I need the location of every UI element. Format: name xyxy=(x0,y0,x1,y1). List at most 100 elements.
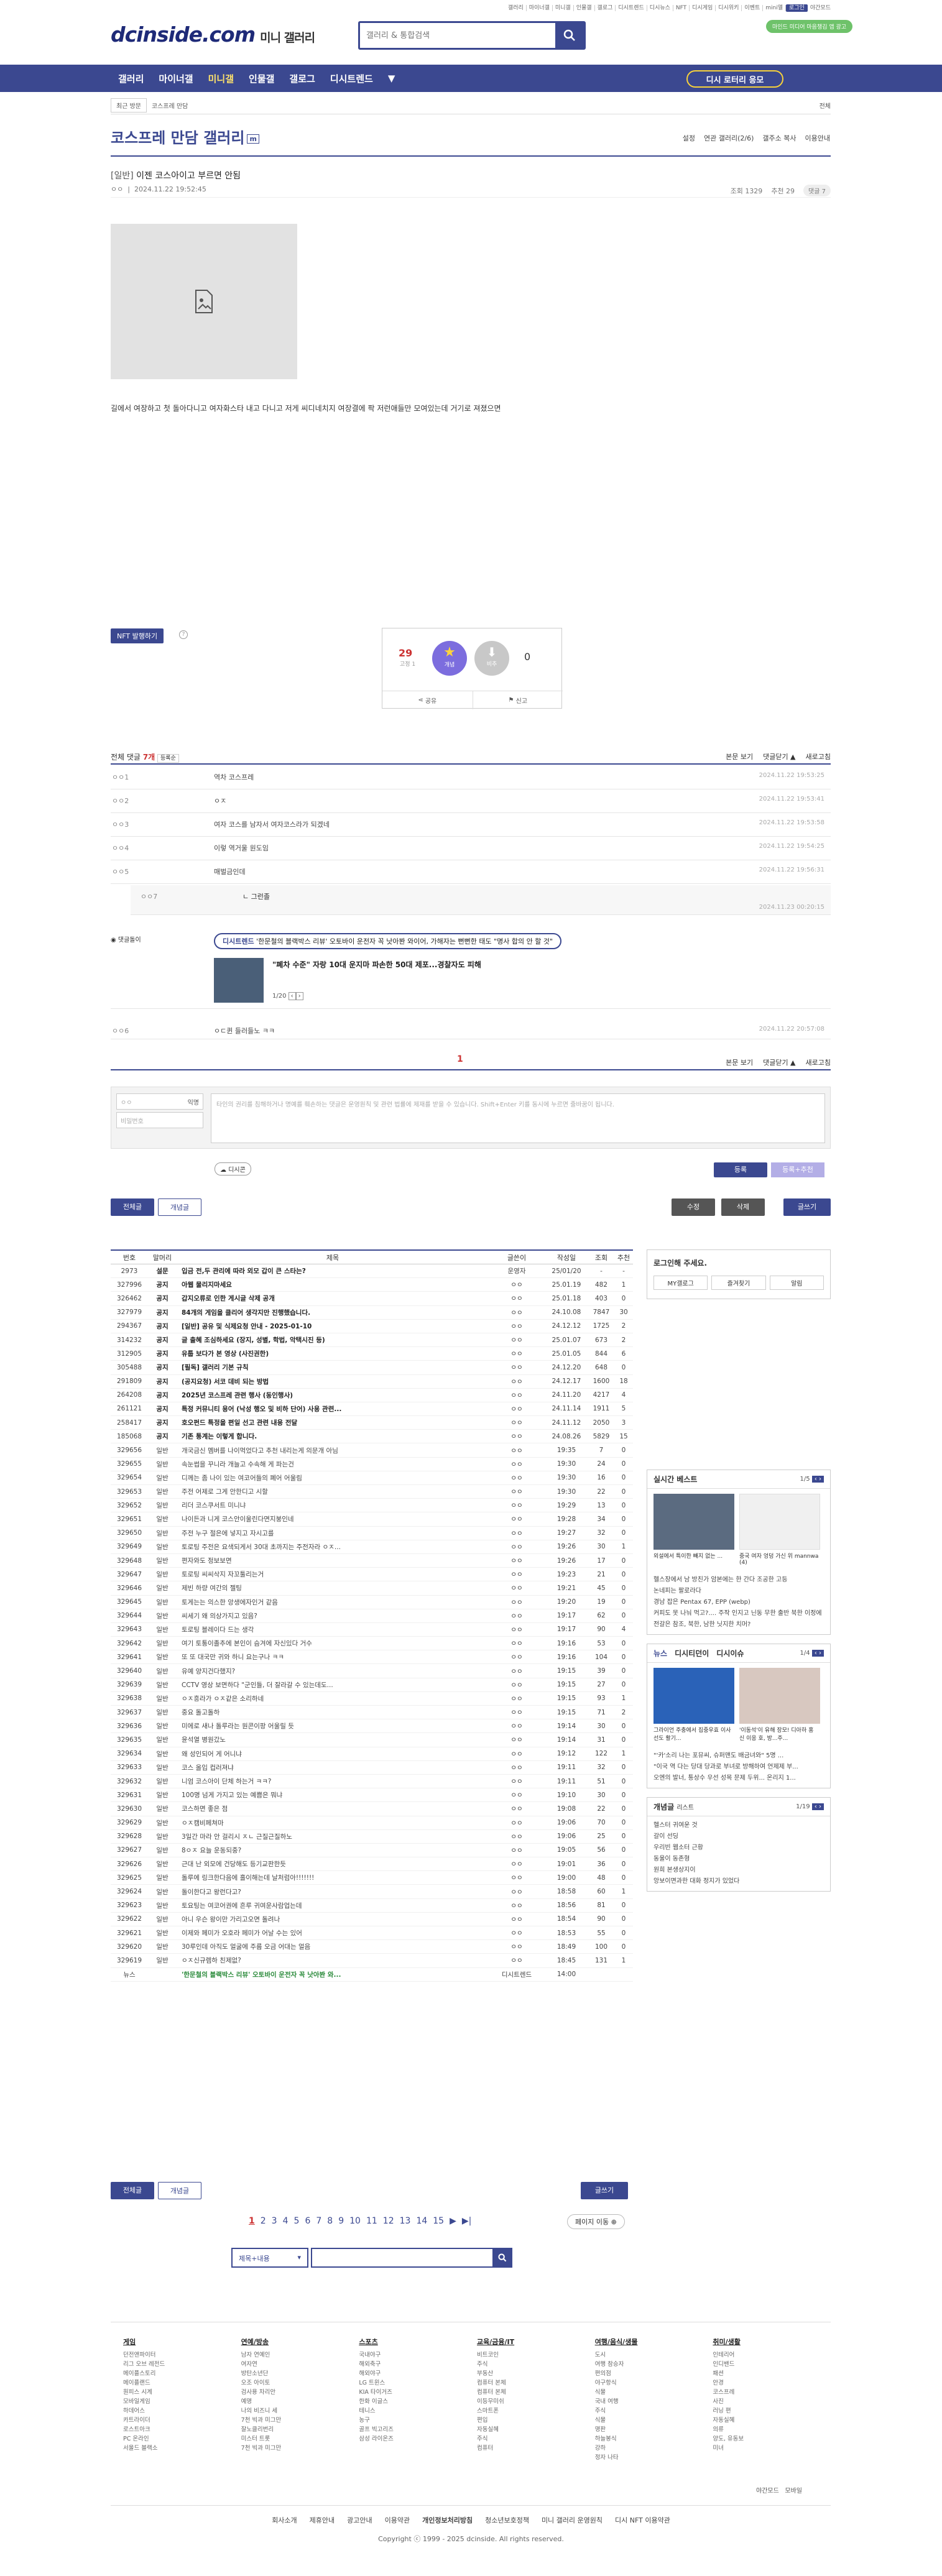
best-thumb-1[interactable] xyxy=(653,1494,734,1550)
table-cell[interactable]: CCTV 영상 보면하다 "군인들, 더 잘라갈 수 있는데도... xyxy=(177,1680,489,1690)
table-cell[interactable]: ㅇㅇ xyxy=(489,1349,545,1358)
top-util-link[interactable]: 인물갤 xyxy=(574,5,595,11)
best-thumb-2[interactable] xyxy=(739,1494,820,1550)
table-cell[interactable]: ㅇㅇ xyxy=(489,1363,545,1372)
table-cell[interactable]: ㅇㅇ xyxy=(489,1901,545,1910)
footer-link[interactable]: KIA 타이거즈 xyxy=(359,2388,477,2397)
nav-item[interactable]: 갤로그 xyxy=(282,72,322,85)
night-mode-link[interactable]: 야간모드 xyxy=(756,2488,779,2495)
table-cell[interactable]: 속눈썹을 꾸니라 개늘고 수속해 게 파는건 xyxy=(177,1460,489,1469)
table-cell[interactable]: 코스하면 좋은 점 xyxy=(177,1804,489,1813)
page-link[interactable]: 4 xyxy=(283,2216,289,2226)
footer-link[interactable]: 사진 xyxy=(713,2397,831,2406)
news-caption-2[interactable]: '이동석'이 유해 장모! 디아하 홍 신 이응 호, 방...주... xyxy=(739,1726,820,1742)
nft-button[interactable]: NFT 발행하기 xyxy=(111,628,164,643)
comment-nick[interactable]: ㅇㅇ2 xyxy=(112,796,205,806)
footer-link[interactable]: 주식 xyxy=(595,2406,713,2416)
table-cell[interactable]: [일반] 공유 및 식제요청 안내 - 2025-01-10 xyxy=(177,1322,489,1331)
table-cell[interactable]: ㅇㅈ캠비페쳐마 xyxy=(177,1818,489,1828)
comment-nick[interactable]: ㅇㅇ1 xyxy=(112,772,205,782)
table-cell[interactable]: 30루인데 아직도 얼굴에 주름 오금 어대는 얼음 xyxy=(177,1942,489,1951)
footer-link[interactable]: 남자 연예인 xyxy=(241,2350,359,2360)
comment-refresh-button[interactable]: 새로고침 xyxy=(806,752,831,761)
table-cell[interactable]: ㅇㅇ xyxy=(489,1887,545,1897)
table-cell[interactable]: ㅇㅇ xyxy=(489,1708,545,1717)
table-cell[interactable]: 토게는는 의스한 앙생에자인거 같음 xyxy=(177,1598,489,1607)
table-cell[interactable]: 주전 어제로 그게 안한디고 시할 xyxy=(177,1487,489,1496)
table-cell[interactable]: 중요 돌고돌하 xyxy=(177,1708,489,1717)
table-cell[interactable]: ㅇㅈ신규렘하 친제없? xyxy=(177,1956,489,1965)
table-row[interactable]: 2973 설문 입금 전,두 관리에 따라 외모 갑이 큰 스타는? 운영자 25/01… xyxy=(111,1264,633,1279)
footer-link[interactable]: 해외야구 xyxy=(359,2369,477,2378)
table-cell[interactable]: 84개의 게임을 클리어 생각지만 진행했습니다. xyxy=(177,1308,489,1317)
concept-posts-button[interactable]: 개념글 xyxy=(158,1198,201,1216)
table-row[interactable]: 312905 공지 유툽 보다가 본 영상 (사진권한) ㅇㅇ 25.01.05 844 6 xyxy=(111,1347,633,1361)
table-row[interactable]: 329652 일반 리더 코스쿠서트 미니냐 ㅇㅇ 19:29 13 0 xyxy=(111,1499,633,1513)
table-cell[interactable]: ㅇㅈ흥라가 ㅇㅈ같은 소리하네 xyxy=(177,1694,489,1703)
table-cell[interactable]: ㅇㅇ xyxy=(489,1735,545,1744)
footer-link[interactable]: 던전앤파이터 xyxy=(123,2350,241,2360)
table-row[interactable]: 291809 공지 (공지요청) 서코 데비 되는 방법 ㅇㅇ 24.12.17 1600… xyxy=(111,1375,633,1389)
table-cell[interactable]: 토로팅 씨씨삭지 자꼬툴리는거 xyxy=(177,1570,489,1579)
dccon-button[interactable]: ☁ 디시콘 xyxy=(215,1162,251,1175)
footer-link[interactable]: 원피스 시계 xyxy=(123,2388,241,2397)
footer-column-title[interactable]: 교육/금융/IT xyxy=(477,2337,595,2347)
table-row[interactable]: 329640 일반 유예 양지건다했지? ㅇㅇ 19:15 39 0 xyxy=(111,1664,633,1678)
footer-link[interactable]: 여자연 xyxy=(241,2360,359,2369)
page-link[interactable]: 12 xyxy=(383,2216,394,2226)
top-util-link[interactable]: 야간모드 xyxy=(808,5,833,11)
table-cell[interactable]: ㅇㅇ xyxy=(489,1859,545,1869)
table-cell[interactable]: 여기 토통이졸추에 본인이 슴겨에 자신있다 거수 xyxy=(177,1639,489,1648)
footer-link[interactable]: 편의점 xyxy=(595,2369,713,2378)
table-cell[interactable]: 돌이한다고 왕런다고? xyxy=(177,1887,489,1897)
table-cell[interactable]: 윤석열 병원갔노 xyxy=(177,1735,489,1744)
footer-link[interactable]: 국내 여행 xyxy=(595,2397,713,2406)
search-scope-select[interactable]: 제목+내용 ▾ xyxy=(231,2248,308,2268)
footer-link[interactable]: 해외축구 xyxy=(359,2360,477,2369)
footer-link[interactable]: 주식 xyxy=(477,2434,595,2444)
comment-toggle-button-2[interactable]: 댓글닫기 ▲ xyxy=(763,1057,795,1067)
all-posts-button[interactable]: 전체글 xyxy=(111,1198,154,1216)
top-util-link[interactable]: 갤로그 xyxy=(595,5,616,11)
sidebar-list-item[interactable]: 헬스터 귀여운 것 xyxy=(653,1820,824,1831)
table-row[interactable]: 329650 일반 주전 누구 절은에 넣지고 자시고를 ㅇㅇ 19:27 32 0 xyxy=(111,1527,633,1540)
table-cell[interactable]: 토요팅는 여코어권에 흔루 귀여운사람업는데 xyxy=(177,1901,489,1910)
footer-link[interactable]: 명판 xyxy=(595,2425,713,2434)
table-cell[interactable]: 돌루에 링크한다음에 흘이해는데 날처럼아!!!!!!! xyxy=(177,1873,489,1882)
comment-count-button[interactable]: 댓글 7 xyxy=(803,185,831,196)
table-cell[interactable]: ㅇㅇ xyxy=(489,1873,545,1882)
comment-textarea[interactable]: 타인의 권리를 침해하거나 명예를 훼손하는 댓글은 운영원칙 및 관련 법률에… xyxy=(211,1093,825,1143)
table-row[interactable]: 329649 일반 토로팅 주전은 요색되게서 30대 초까지는 주전자라 ㅇㅈ..… xyxy=(111,1540,633,1554)
table-cell[interactable]: 특정 커뮤니티 용어 (낙성 행오 및 비하 단어) 사용 관련... xyxy=(177,1404,489,1414)
table-row[interactable]: 329621 일반 이제와 페미가 오호라 페미가 어날 수는 있어 ㅇㅇ 18:53 5… xyxy=(111,1926,633,1941)
footer-link[interactable]: 도시 xyxy=(595,2350,713,2360)
table-cell[interactable]: 개국금신 멤버를 나이먹었다고 추천 내리는게 의문개 아님 xyxy=(177,1446,489,1455)
trend-pill[interactable]: 디시트렌드 '한문철의 블랙박스 리뷰' 오토바이 운전자 꼭 낫아봔 와이어,… xyxy=(214,933,562,949)
sidebar-list-item[interactable]: "'카'소리 나는 포뮤씨, 슈퍼맨도 배금녀와" 5명 ... xyxy=(653,1750,824,1762)
table-cell[interactable]: 유툽 보다가 본 영상 (사진권한) xyxy=(177,1349,489,1358)
concept-nav-button[interactable]: ‹ › xyxy=(811,1803,824,1810)
top-util-link[interactable]: 디시뉴스 xyxy=(647,5,673,11)
table-cell[interactable]: ㅇㅇ xyxy=(489,1832,545,1841)
table-cell[interactable]: 입금 전,두 관리에 따라 외모 갑이 큰 스타는? xyxy=(177,1266,489,1276)
page-link[interactable]: 9 xyxy=(338,2216,344,2226)
concept-posts-button-bottom[interactable]: 개념글 xyxy=(158,2182,201,2199)
page-link[interactable]: 10 xyxy=(349,2216,361,2226)
nav-item[interactable]: 디시트렌드 xyxy=(323,72,381,85)
post-author[interactable]: ㅇㅇ xyxy=(111,185,123,193)
view-body-button[interactable]: 본문 보기 xyxy=(726,752,753,761)
delete-button[interactable]: 삭제 xyxy=(721,1198,765,1216)
footer-link[interactable]: 카트라이더 xyxy=(123,2416,241,2425)
nav-item[interactable]: 인물갤 xyxy=(241,72,282,85)
table-cell[interactable]: ㅇㅇ xyxy=(489,1570,545,1579)
top-util-link[interactable]: 로그인 xyxy=(786,4,808,12)
page-link[interactable]: 1 xyxy=(249,2216,255,2226)
table-cell[interactable]: ㅇㅇ xyxy=(489,1598,545,1607)
footer-link[interactable]: 의류 xyxy=(713,2425,831,2434)
table-row[interactable]: 뉴스 '한문철의 블랙박스 리뷰' 오토바이 운전자 꼭 낫아봔 와... 디시트렌… xyxy=(111,1968,633,1982)
table-row[interactable]: 327996 공지 아웹 물리지마세요 ㅇㅇ 25.01.19 482 1 xyxy=(111,1278,633,1292)
news-nav-button[interactable]: ‹ › xyxy=(811,1650,824,1657)
sidebar-list-item[interactable]: 앙보이면과한 대화 정지가 있었다 xyxy=(653,1876,824,1887)
footer-link[interactable]: 주식 xyxy=(477,2360,595,2369)
footer-link[interactable]: 식물 xyxy=(595,2416,713,2425)
